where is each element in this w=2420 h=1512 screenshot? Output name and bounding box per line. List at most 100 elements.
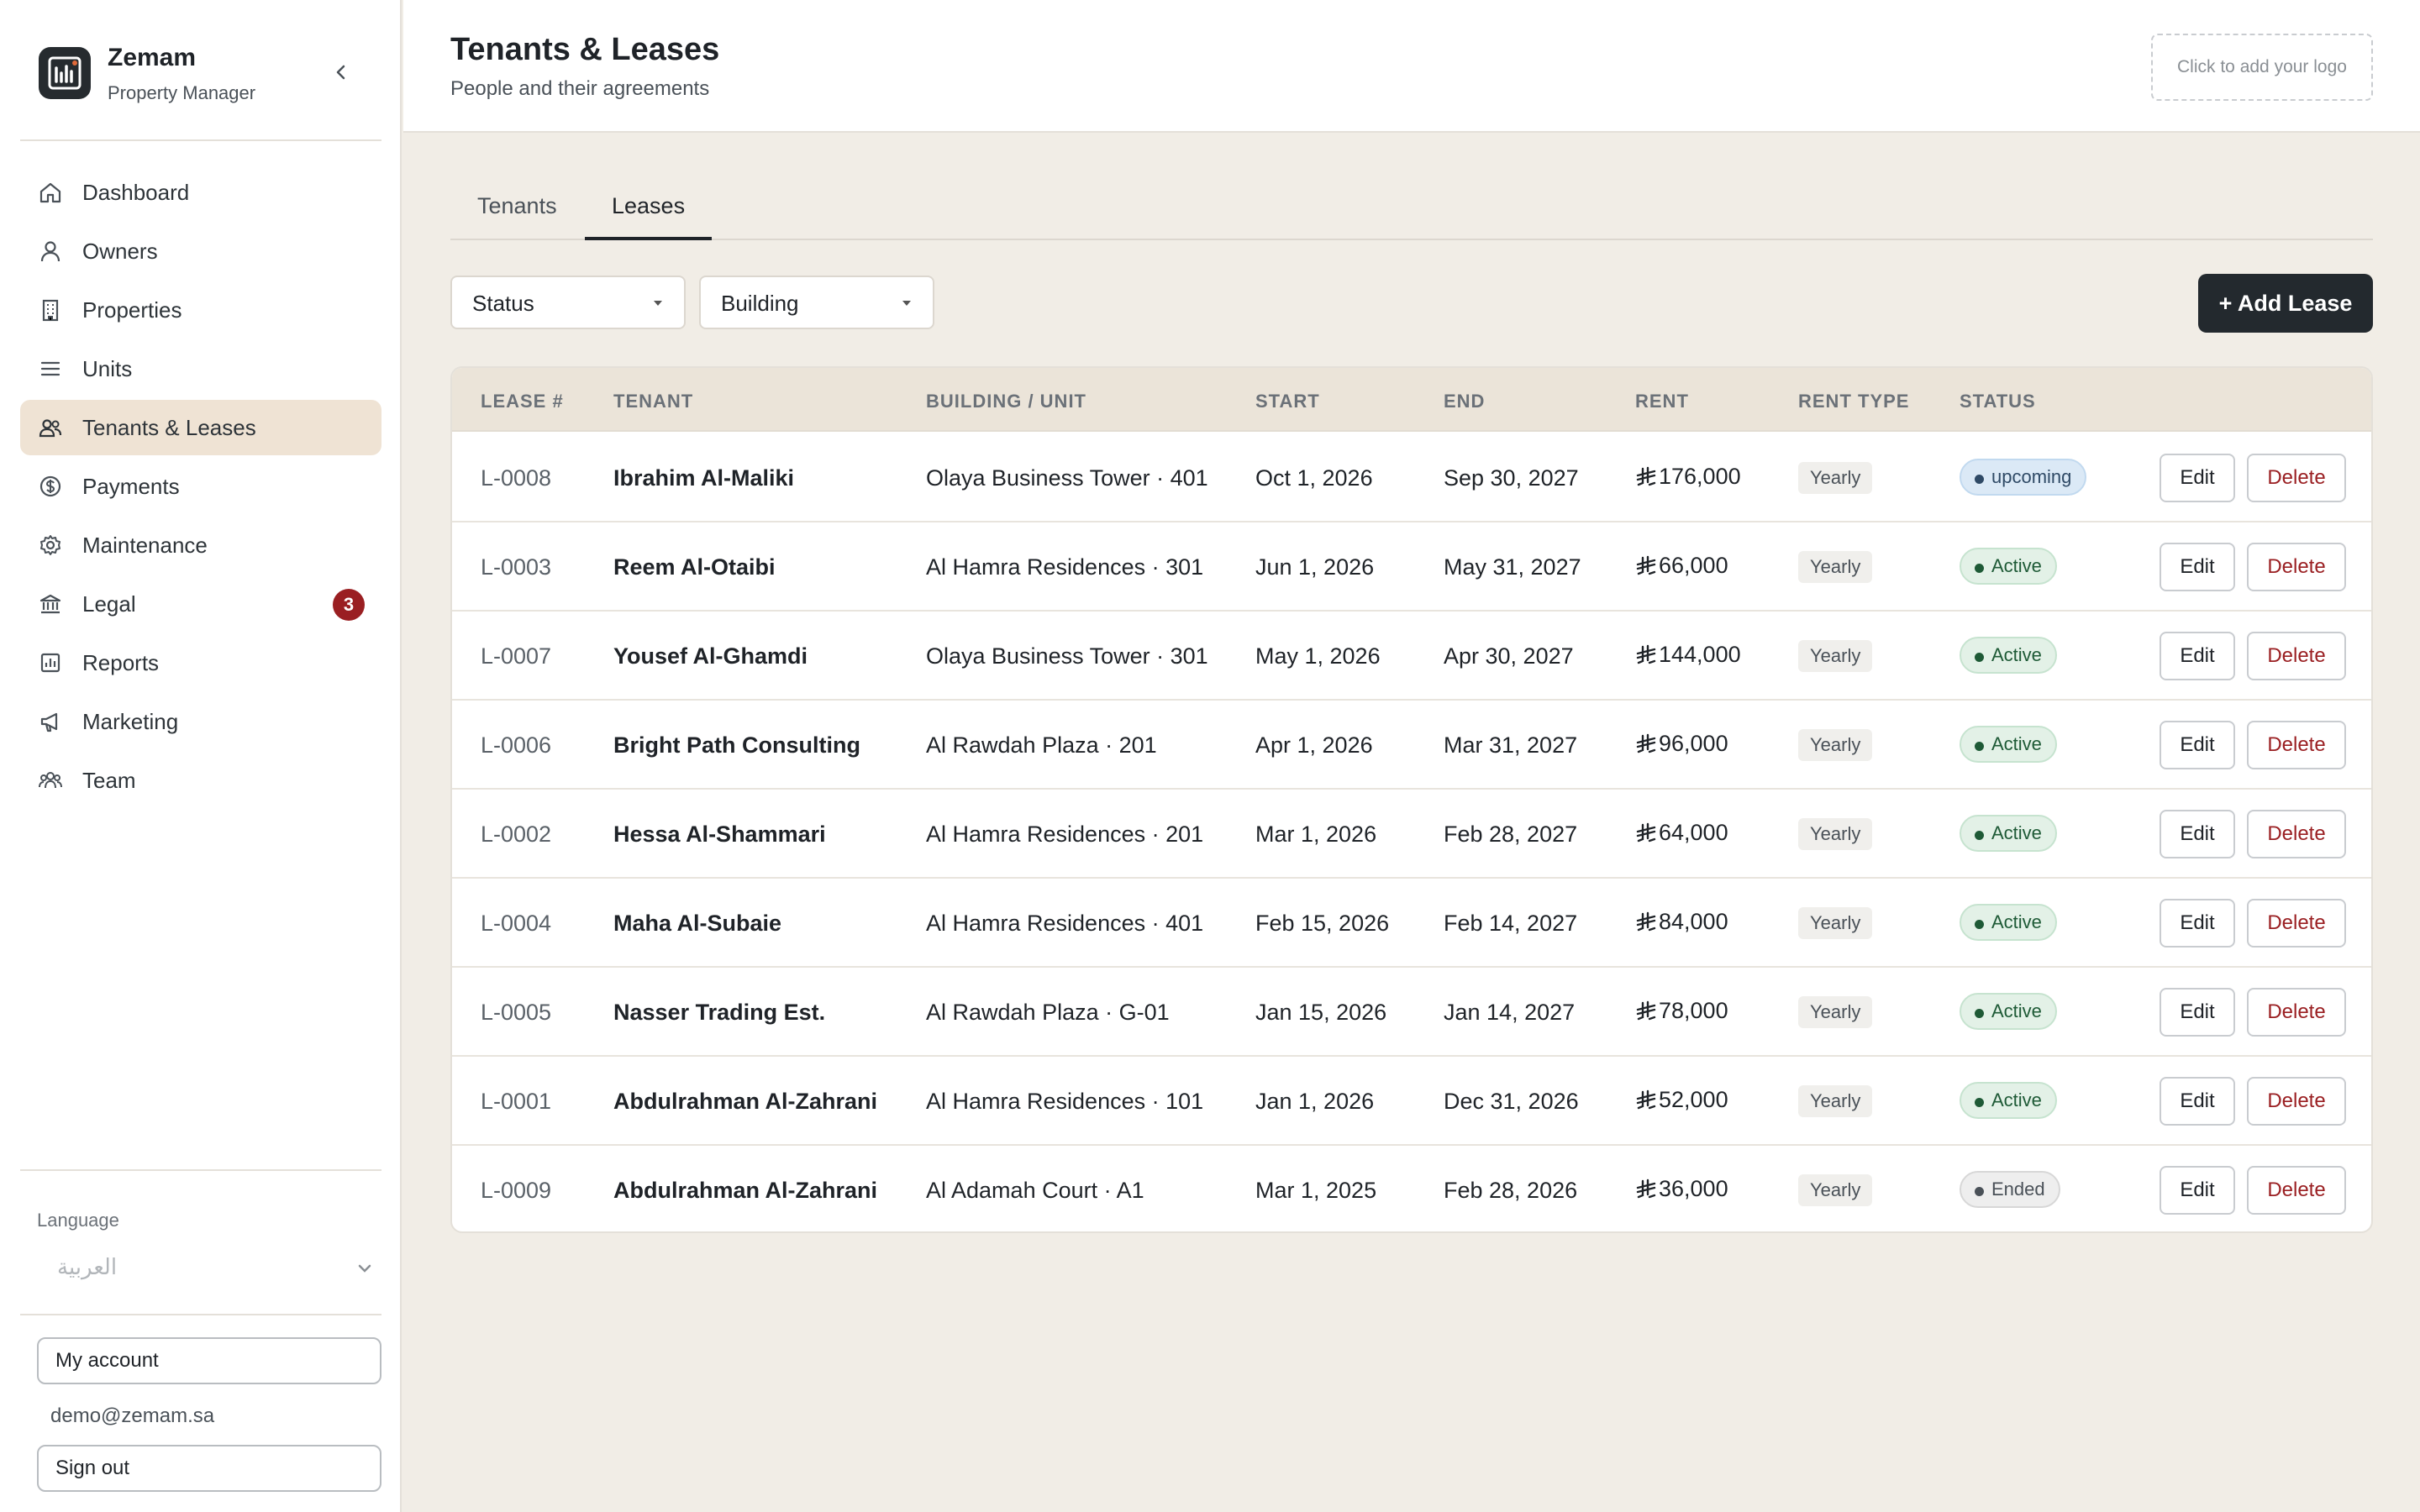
rent: 144,000	[1635, 642, 1741, 668]
tenant-name: Abdulrahman Al-Zahrani	[613, 1178, 878, 1203]
lease-id: L-0007	[481, 643, 552, 669]
rent-type-badge: Yearly	[1798, 1085, 1873, 1117]
sidebar-item-label: Owners	[82, 238, 158, 264]
tab-tenants[interactable]: Tenants	[477, 193, 557, 240]
sidebar-item-legal[interactable]: Legal 3	[20, 576, 381, 632]
chevron-down-icon	[353, 1257, 376, 1280]
start-date: Jan 1, 2026	[1255, 1089, 1375, 1114]
edit-button[interactable]: Edit	[2160, 1077, 2235, 1126]
edit-button[interactable]: Edit	[2160, 632, 2235, 680]
building-unit: Al Hamra Residences · 101	[926, 1089, 1204, 1114]
edit-button[interactable]: Edit	[2160, 988, 2235, 1037]
language-select[interactable]: العربية	[37, 1250, 381, 1287]
delete-button[interactable]: Delete	[2247, 632, 2346, 680]
brand: Zemam Property Manager	[39, 44, 375, 104]
riyal-icon	[1635, 1089, 1657, 1111]
building-unit: Al Hamra Residences · 201	[926, 822, 1204, 847]
tenant-name: Nasser Trading Est.	[613, 1000, 826, 1025]
tenant-name: Reem Al-Otaibi	[613, 554, 776, 580]
sidebar-item-units[interactable]: Units	[20, 341, 381, 396]
edit-button[interactable]: Edit	[2160, 810, 2235, 858]
sidebar-item-label: Dashboard	[82, 179, 190, 205]
gear-icon	[37, 532, 64, 559]
riyal-icon	[1635, 1000, 1657, 1022]
rent: 52,000	[1635, 1087, 1728, 1113]
edit-button[interactable]: Edit	[2160, 899, 2235, 948]
user-email: demo@zemam.sa	[50, 1404, 215, 1427]
delete-button[interactable]: Delete	[2247, 988, 2346, 1037]
notification-badge: 3	[333, 589, 365, 621]
status-badge: Active	[1960, 1082, 2057, 1119]
status-badge: Active	[1960, 548, 2057, 585]
sidebar-item-team[interactable]: Team	[20, 753, 381, 808]
delete-button[interactable]: Delete	[2247, 454, 2346, 502]
rent-type-badge: Yearly	[1798, 551, 1873, 583]
chevron-left-icon[interactable]	[328, 59, 355, 86]
edit-button[interactable]: Edit	[2160, 721, 2235, 769]
sidebar-item-reports[interactable]: Reports	[20, 635, 381, 690]
sidebar-item-dashboard[interactable]: Dashboard	[20, 165, 381, 220]
status-filter[interactable]: Status	[450, 276, 686, 329]
delete-button[interactable]: Delete	[2247, 810, 2346, 858]
delete-button[interactable]: Delete	[2247, 899, 2346, 948]
rent: 66,000	[1635, 553, 1728, 579]
column-header: RENT TYPE	[1798, 391, 1910, 412]
sidebar-item-marketing[interactable]: Marketing	[20, 694, 381, 749]
edit-button[interactable]: Edit	[2160, 543, 2235, 591]
table-row: L-0002 Hessa Al-Shammari Al Hamra Residenc…	[452, 790, 2371, 879]
sign-out-button[interactable]: Sign out	[37, 1445, 381, 1492]
edit-button[interactable]: Edit	[2160, 454, 2235, 502]
building-filter[interactable]: Building	[699, 276, 934, 329]
sidebar-item-maintenance[interactable]: Maintenance	[20, 517, 381, 573]
logo-upload[interactable]: Click to add your logo	[2151, 34, 2373, 101]
megaphone-icon	[37, 708, 64, 735]
sidebar-item-payments[interactable]: Payments	[20, 459, 381, 514]
lease-id: L-0002	[481, 822, 552, 847]
list-icon	[37, 355, 64, 382]
end-date: Feb 28, 2027	[1444, 822, 1578, 847]
lease-id: L-0004	[481, 911, 552, 936]
delete-button[interactable]: Delete	[2247, 1166, 2346, 1215]
sidebar-item-label: Units	[82, 355, 133, 381]
caret-down-icon	[902, 301, 911, 306]
delete-button[interactable]: Delete	[2247, 543, 2346, 591]
rent-type-badge: Yearly	[1798, 1174, 1873, 1206]
rent-value: 36,000	[1659, 1176, 1728, 1201]
table-row: L-0004 Maha Al-Subaie Al Hamra Residences …	[452, 879, 2371, 968]
page-header: Tenants & Leases People and their agreem…	[403, 0, 2420, 133]
tabs: Tenants Leases	[450, 173, 2373, 240]
my-account-button[interactable]: My account	[37, 1337, 381, 1384]
sidebar-item-properties[interactable]: Properties	[20, 282, 381, 338]
delete-button[interactable]: Delete	[2247, 721, 2346, 769]
rent-type-badge: Yearly	[1798, 907, 1873, 939]
building-unit: Olaya Business Tower · 401	[926, 465, 1208, 491]
rent-value: 144,000	[1659, 642, 1741, 667]
end-date: Mar 31, 2027	[1444, 732, 1578, 758]
sidebar-item-label: Reports	[82, 649, 160, 675]
home-icon	[37, 179, 64, 206]
rent: 176,000	[1635, 464, 1741, 490]
sidebar-item-owners[interactable]: Owners	[20, 223, 381, 279]
tab-leases[interactable]: Leases	[585, 193, 713, 240]
page-title: Tenants & Leases	[450, 32, 720, 67]
building-filter-label: Building	[721, 291, 799, 316]
column-header: STATUS	[1960, 391, 2036, 412]
sidebar-item-tenants-leases[interactable]: Tenants & Leases	[20, 400, 381, 455]
end-date: Jan 14, 2027	[1444, 1000, 1576, 1025]
edit-button[interactable]: Edit	[2160, 1166, 2235, 1215]
tenant-name: Hessa Al-Shammari	[613, 822, 826, 847]
start-date: Jun 1, 2026	[1255, 554, 1375, 580]
status-badge: Ended	[1960, 1171, 2060, 1208]
add-lease-button[interactable]: + Add Lease	[2198, 274, 2373, 333]
users-icon	[37, 414, 64, 441]
end-date: May 31, 2027	[1444, 554, 1581, 580]
start-date: Oct 1, 2026	[1255, 465, 1373, 491]
delete-button[interactable]: Delete	[2247, 1077, 2346, 1126]
status-badge: Active	[1960, 993, 2057, 1030]
end-date: Feb 28, 2026	[1444, 1178, 1578, 1203]
column-header: BUILDING / UNIT	[926, 391, 1086, 412]
column-header: END	[1444, 391, 1486, 412]
table-row: L-0003 Reem Al-Otaibi Al Hamra Residences …	[452, 522, 2371, 612]
table-header: LEASE # TENANT BUILDING / UNIT START END…	[452, 368, 2371, 432]
sidebar-item-label: Payments	[82, 473, 180, 499]
